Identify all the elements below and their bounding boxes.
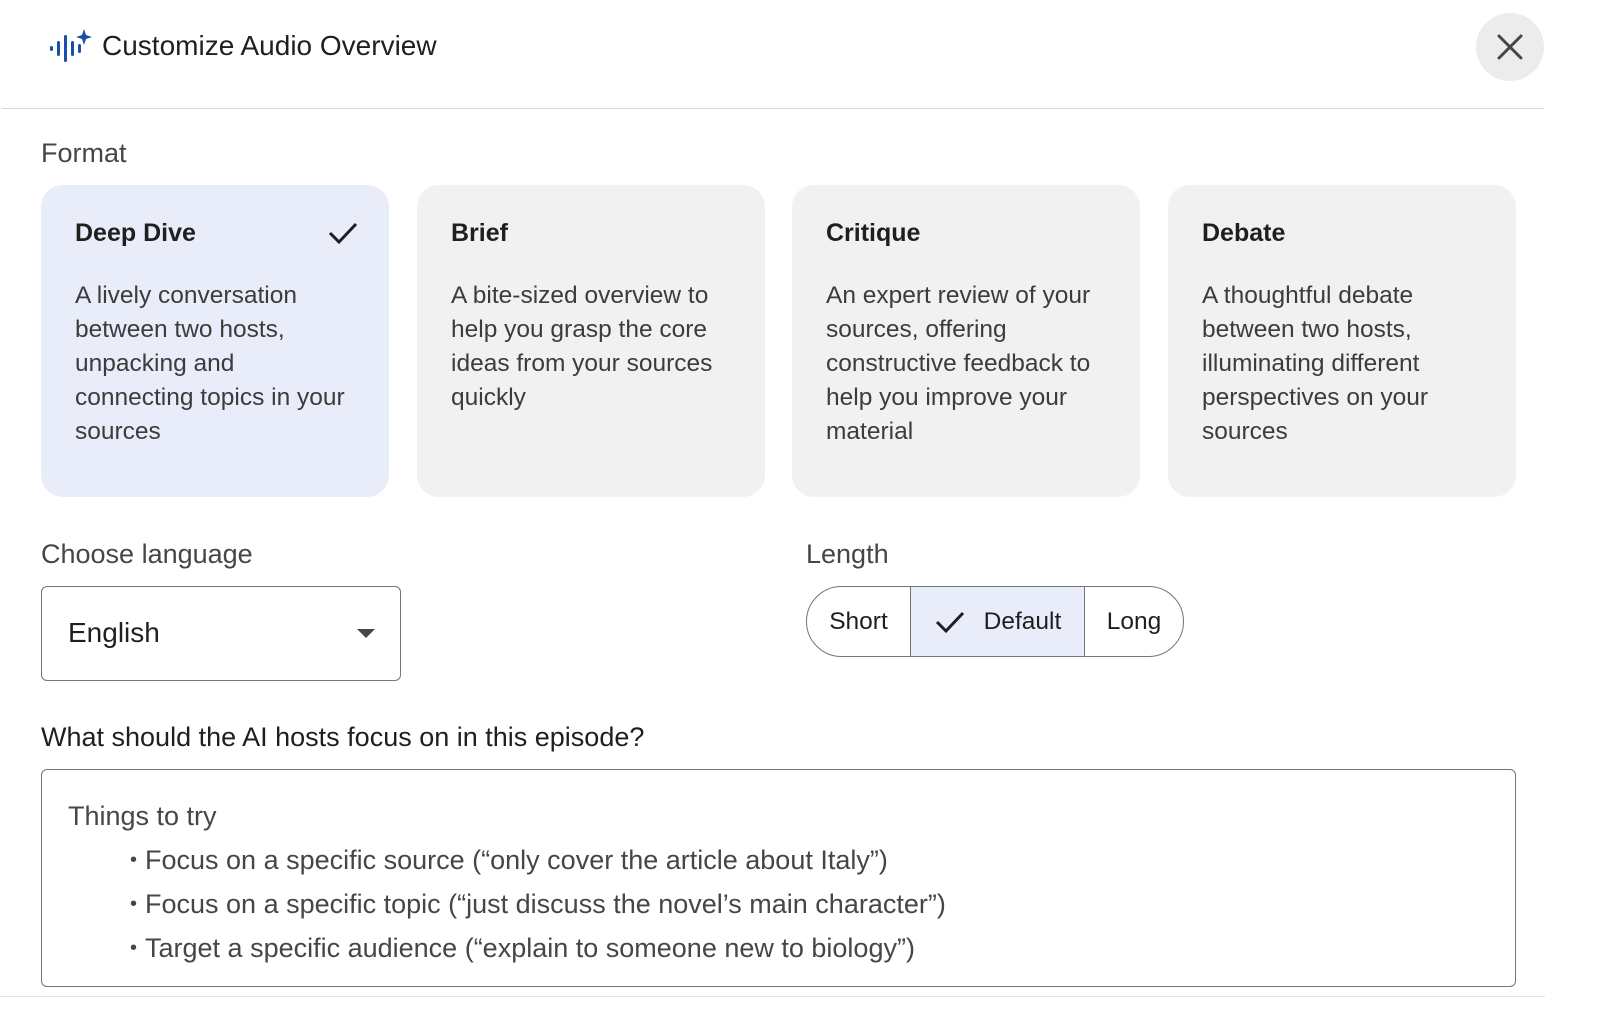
card-title: Debate <box>1202 219 1286 247</box>
placeholder-item: Target a specific audience (“explain to … <box>130 928 946 972</box>
length-option-default[interactable]: Default <box>911 587 1085 656</box>
length-option-long[interactable]: Long <box>1085 587 1183 656</box>
dropdown-arrow-icon <box>357 629 375 638</box>
focus-label: What should the AI hosts focus on in thi… <box>41 722 645 752</box>
length-option-short[interactable]: Short <box>807 587 911 656</box>
option-label: Short <box>829 607 888 635</box>
option-label: Long <box>1106 607 1162 635</box>
placeholder-title: Things to try <box>68 801 217 831</box>
card-description: A thoughtful debate between two hosts, i… <box>1202 282 1429 445</box>
check-icon <box>328 222 358 245</box>
language-value: English <box>68 617 160 648</box>
card-title: Brief <box>451 219 508 247</box>
format-card-deep-dive[interactable]: Deep Dive A lively conversation between … <box>41 185 389 497</box>
language-label: Choose language <box>41 539 253 569</box>
dialog-header: Customize Audio Overview <box>2 0 1544 109</box>
divider <box>0 996 1545 997</box>
customize-audio-dialog: Customize Audio Overview Format Deep Div… <box>0 0 1606 1022</box>
length-segmented-control: Short Default Long <box>806 586 1184 657</box>
format-card-debate[interactable]: Debate A thoughtful debate between two h… <box>1168 185 1516 497</box>
format-card-brief[interactable]: Brief A bite-sized overview to help you … <box>417 185 765 497</box>
format-card-critique[interactable]: Critique An expert review of your source… <box>792 185 1140 497</box>
placeholder-list: Focus on a specific source (“only cover … <box>130 840 946 972</box>
check-icon <box>935 611 964 633</box>
language-select[interactable]: English <box>41 586 401 681</box>
format-cards: Deep Dive A lively conversation between … <box>41 185 1516 497</box>
dialog-title: Customize Audio Overview <box>102 30 437 61</box>
audio-sparkle-icon <box>50 29 92 62</box>
format-label: Format <box>41 138 127 168</box>
placeholder-item: Focus on a specific topic (“just discuss… <box>130 884 946 928</box>
close-button[interactable] <box>1476 13 1544 81</box>
card-description: A bite-sized overview to help you grasp … <box>451 282 713 411</box>
option-label: Default <box>983 607 1062 635</box>
card-description: An expert review of your sources, offeri… <box>826 282 1091 445</box>
focus-textarea[interactable]: Things to try Focus on a specific source… <box>41 769 1516 987</box>
card-title: Deep Dive <box>75 219 196 247</box>
card-description: A lively conversation between two hosts,… <box>75 282 345 445</box>
card-title: Critique <box>826 219 921 247</box>
length-label: Length <box>806 539 889 569</box>
placeholder-item: Focus on a specific source (“only cover … <box>130 840 946 884</box>
close-icon <box>1497 34 1523 60</box>
